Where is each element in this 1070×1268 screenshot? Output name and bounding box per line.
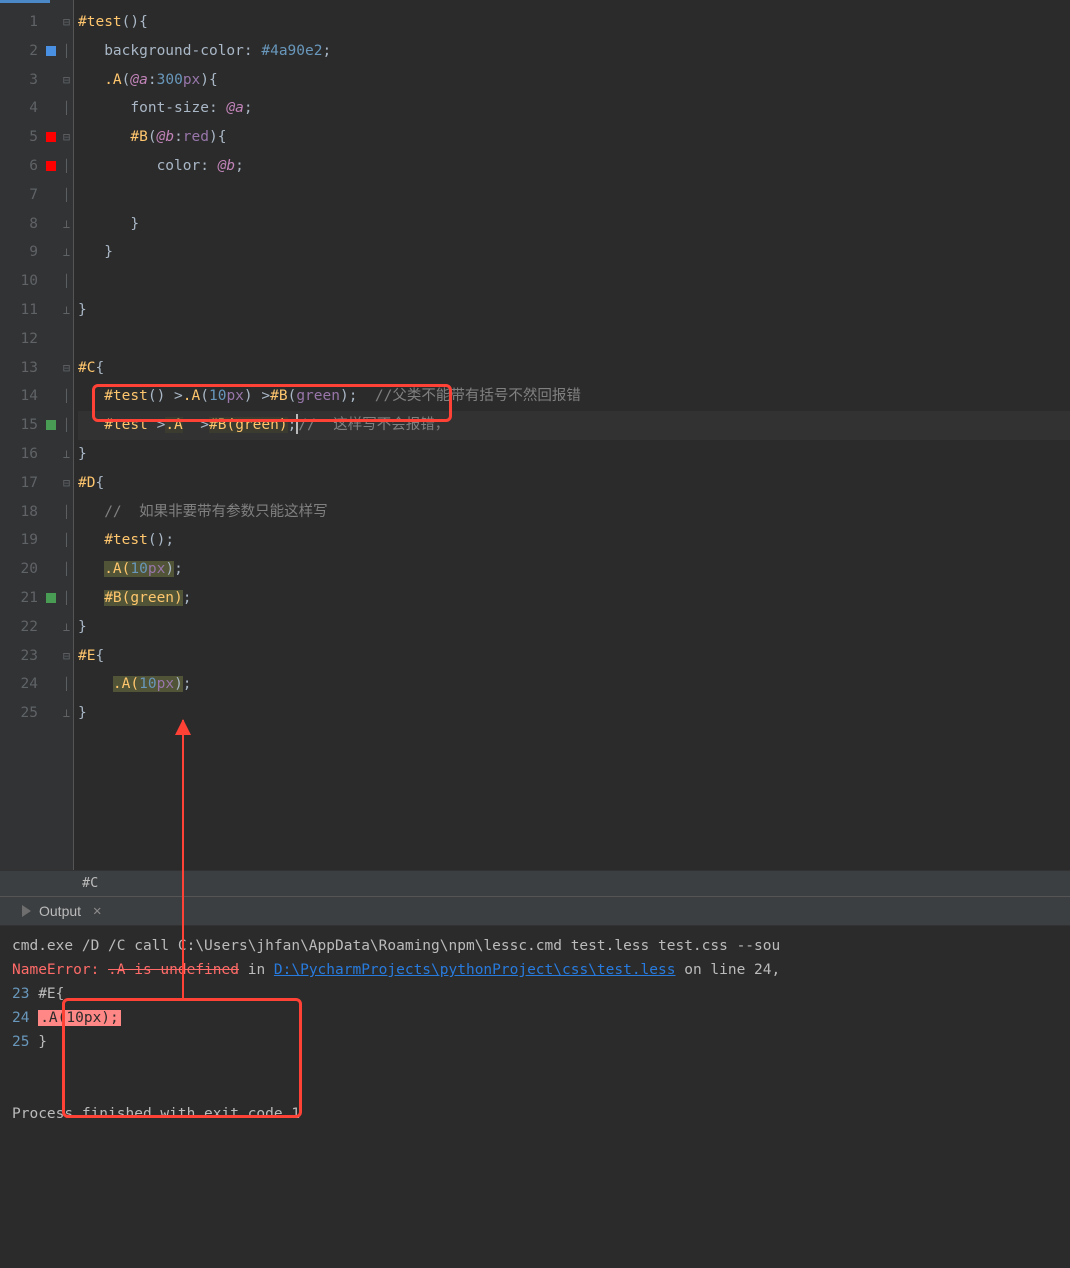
console-exit-line: Process finished with exit code 1 [12, 1102, 1058, 1126]
console-error-line: NameError: .A is undefined in D:\Pycharm… [12, 958, 1058, 982]
console-context-23: 23 #E{ [12, 982, 1058, 1006]
code-editor[interactable]: 1 2 3 4 5 6 7 8 9 10 11 12 13 14 15 16 1… [0, 0, 1070, 870]
tab-indicator [0, 0, 50, 3]
output-panel-header[interactable]: Output ✕ [0, 896, 1070, 926]
console-cmd-line: cmd.exe /D /C call C:\Users\jhfan\AppDat… [12, 934, 1058, 958]
close-icon[interactable]: ✕ [93, 903, 101, 919]
fold-column[interactable]: ⊟│⊟│⊟││⊥⊥│⊥⊟││⊥⊟││││⊥⊟│⊥ [60, 0, 74, 870]
output-console[interactable]: cmd.exe /D /C call C:\Users\jhfan\AppDat… [0, 926, 1070, 1134]
breadcrumb[interactable]: #C [0, 870, 1070, 896]
error-file-link[interactable]: D:\PycharmProjects\pythonProject\css\tes… [274, 962, 676, 978]
code-area[interactable]: #test(){ background-color: #4a90e2; .A(@… [74, 0, 1070, 870]
console-context-25: 25 } [12, 1030, 1058, 1054]
line-gutter: 1 2 3 4 5 6 7 8 9 10 11 12 13 14 15 16 1… [0, 0, 60, 870]
play-icon [22, 905, 31, 917]
output-title: Output [39, 903, 81, 919]
console-context-24: 24 .A(10px); [12, 1006, 1058, 1030]
annotation-arrow [182, 720, 184, 998]
